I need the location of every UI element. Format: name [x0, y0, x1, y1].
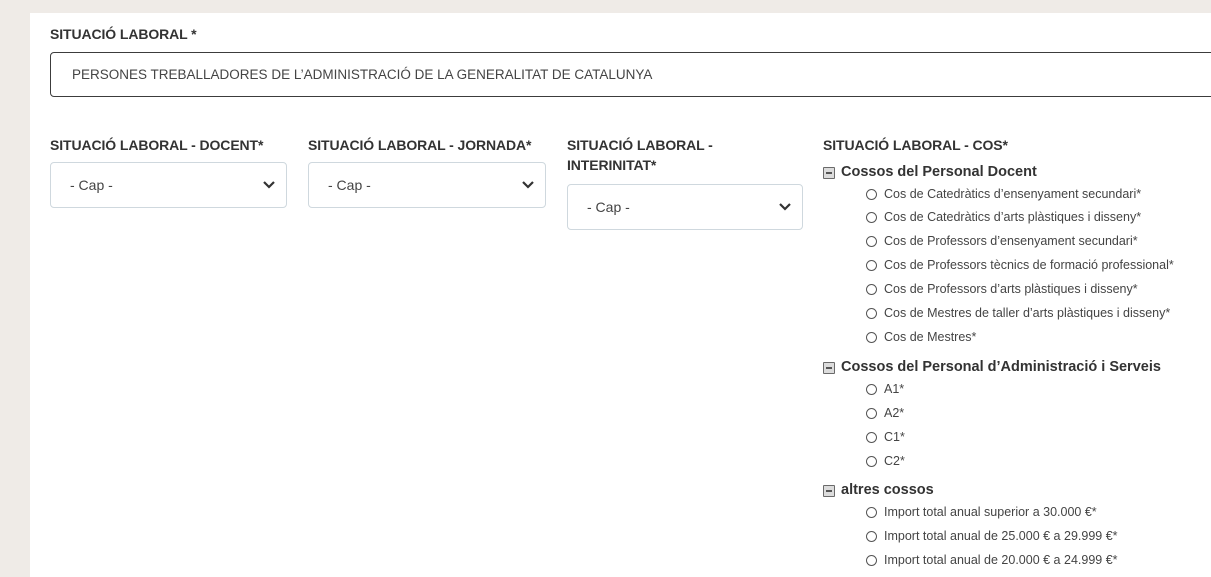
- cos-option-label: A2*: [884, 406, 905, 420]
- situacio-laboral-value: PERSONES TREBALLADORES DE L’ADMINISTRACI…: [72, 67, 653, 82]
- cos-option-label: Import total anual superior a 30.000 €*: [884, 505, 1097, 519]
- cos-option-label: C2*: [884, 454, 905, 468]
- collapse-box-icon: [823, 362, 835, 374]
- radio-icon: [866, 507, 877, 518]
- collapse-box-icon: [823, 167, 835, 179]
- radio-icon: [866, 555, 877, 566]
- chevron-down-icon: [779, 203, 791, 211]
- cos-label: SITUACIÓ LABORAL - COS*: [823, 137, 1008, 153]
- cos-option-label: A1*: [884, 382, 905, 396]
- interinitat-select[interactable]: - Cap -: [567, 184, 803, 230]
- radio-icon: [866, 384, 877, 395]
- radio-icon: [866, 236, 877, 247]
- docent-select[interactable]: - Cap -: [50, 162, 287, 208]
- cos-option-label: Cos de Mestres de taller d’arts plàstiqu…: [884, 306, 1171, 320]
- docent-label: SITUACIÓ LABORAL - DOCENT*: [50, 137, 264, 153]
- radio-icon: [866, 260, 877, 271]
- interinitat-select-value: - Cap -: [587, 199, 630, 215]
- group-title: altres cossos: [841, 482, 934, 498]
- radio-icon: [866, 284, 877, 295]
- cos-option-label: Cos de Catedràtics d’ensenyament secunda…: [884, 187, 1142, 201]
- radio-icon: [866, 456, 877, 467]
- form-page: SITUACIÓ LABORAL * PERSONES TREBALLADORE…: [0, 0, 1211, 577]
- situacio-laboral-field[interactable]: PERSONES TREBALLADORES DE L’ADMINISTRACI…: [50, 52, 1211, 97]
- jornada-select-value: - Cap -: [328, 177, 371, 193]
- radio-icon: [866, 531, 877, 542]
- top-strip: [0, 0, 1211, 13]
- jornada-label: SITUACIÓ LABORAL - JORNADA*: [308, 137, 532, 153]
- cos-option-label: Cos de Catedràtics d’arts plàstiques i d…: [884, 210, 1142, 224]
- radio-icon: [866, 332, 877, 343]
- chevron-down-icon: [263, 181, 275, 189]
- docent-select-value: - Cap -: [70, 177, 113, 193]
- group-title: Cossos del Personal Docent: [841, 164, 1037, 180]
- cos-option-label: C1*: [884, 430, 905, 444]
- cos-option-label: Cos de Mestres*: [884, 330, 977, 344]
- interinitat-label-line2: INTERINITAT*: [567, 157, 657, 173]
- radio-icon: [866, 432, 877, 443]
- collapse-box-icon: [823, 485, 835, 497]
- jornada-select[interactable]: - Cap -: [308, 162, 546, 208]
- chevron-down-icon: [522, 181, 534, 189]
- radio-icon: [866, 408, 877, 419]
- cos-option-label: Cos de Professors tècnics de formació pr…: [884, 258, 1174, 272]
- radio-icon: [866, 212, 877, 223]
- cos-option-label: Cos de Professors d’ensenyament secundar…: [884, 234, 1138, 248]
- interinitat-label-line1: SITUACIÓ LABORAL -: [567, 137, 713, 153]
- situacio-laboral-label: SITUACIÓ LABORAL *: [50, 26, 197, 42]
- cos-option-label: Import total anual de 25.000 € a 29.999 …: [884, 529, 1118, 543]
- cos-option-label: Import total anual de 20.000 € a 24.999 …: [884, 553, 1118, 567]
- radio-icon: [866, 189, 877, 200]
- group-title: Cossos del Personal d’Administració i Se…: [841, 359, 1161, 375]
- radio-icon: [866, 308, 877, 319]
- cos-option-label: Cos de Professors d’arts plàstiques i di…: [884, 282, 1138, 296]
